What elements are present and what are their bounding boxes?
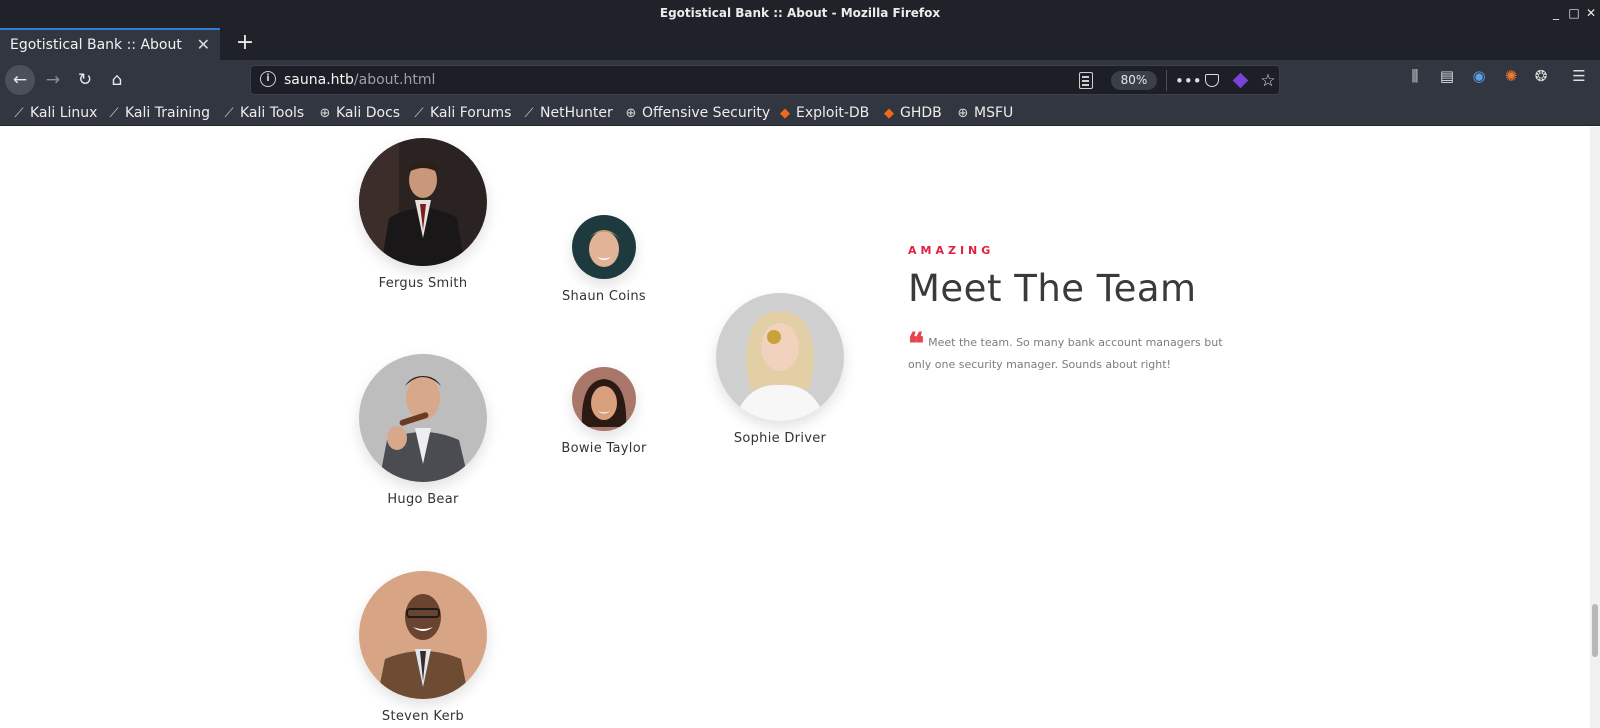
- bookmark-kali-training[interactable]: ⟋ Kali Training: [107, 103, 210, 123]
- cookie-icon[interactable]: ❂: [1530, 65, 1552, 87]
- reload-button[interactable]: ↻: [70, 65, 100, 95]
- team-member-card: Fergus Smith: [348, 138, 498, 291]
- forward-button[interactable]: →: [38, 65, 68, 95]
- team-member-name: Shaun Coins: [561, 289, 647, 304]
- new-tab-button[interactable]: +: [231, 29, 259, 57]
- title-bar: Egotistical Bank :: About - Mozilla Fire…: [0, 0, 1600, 28]
- avatar: [359, 571, 487, 699]
- section-heading: Meet The Team: [908, 267, 1197, 310]
- bookmark-msfu[interactable]: ⊕ MSFU: [956, 103, 1014, 123]
- library-icon[interactable]: ⫼: [1404, 65, 1426, 87]
- extension-icon[interactable]: [1229, 70, 1251, 92]
- bookmark-kali-forums[interactable]: ⟋ Kali Forums: [412, 103, 511, 123]
- team-member-name: Hugo Bear: [387, 492, 459, 507]
- bookmark-ghdb[interactable]: ◆ GHDB: [882, 103, 942, 123]
- extension-fox-icon[interactable]: ✺: [1500, 65, 1522, 87]
- team-member-card: Hugo Bear: [348, 354, 498, 507]
- team-member-name: Sophie Driver: [733, 431, 827, 446]
- sidebar-icon[interactable]: ▤: [1436, 65, 1458, 87]
- kali-icon: ⟋: [414, 106, 424, 121]
- bookmark-kali-docs[interactable]: ⊕ Kali Docs: [318, 103, 401, 123]
- team-member-card: Sophie Driver: [700, 293, 860, 446]
- account-icon[interactable]: ◉: [1468, 65, 1490, 87]
- tab-active[interactable]: Egotistical Bank :: About ✕: [0, 28, 220, 60]
- back-button[interactable]: ←: [5, 65, 35, 95]
- url-path: /about.html: [353, 72, 436, 88]
- pocket-icon[interactable]: [1201, 70, 1223, 92]
- tab-label: Egotistical Bank :: About: [10, 37, 182, 53]
- avatar: [572, 367, 636, 431]
- team-quote-text: Meet the team. So many bank account mana…: [908, 336, 1223, 371]
- bookmarks-bar: ⟋ Kali Linux ⟋ Kali Training ⟋ Kali Tools ⊕…: [0, 100, 1600, 126]
- close-icon[interactable]: ✕: [1583, 4, 1599, 22]
- site-info-icon[interactable]: i: [260, 71, 276, 87]
- avatar: [572, 215, 636, 279]
- page-actions-icon[interactable]: •••: [1175, 70, 1202, 92]
- bookmark-star-icon[interactable]: ☆: [1257, 70, 1279, 92]
- globe-icon: ⊕: [625, 106, 637, 121]
- quote-icon: ❝: [908, 327, 925, 362]
- bookmark-offensive-security[interactable]: ⊕ Offensive Security: [624, 103, 771, 123]
- window-title: Egotistical Bank :: About - Mozilla Fire…: [659, 6, 941, 20]
- divider: [1166, 70, 1167, 91]
- team-quote: ❝ Meet the team. So many bank account man…: [908, 327, 1248, 376]
- url-field[interactable]: sauna.htb/about.html: [284, 72, 435, 88]
- globe-icon: ⊕: [319, 106, 331, 121]
- url-bar[interactable]: i sauna.htb/about.html 80% ••• ☆: [250, 65, 1280, 95]
- kali-icon: ⟋: [14, 106, 24, 121]
- scrollbar-thumb[interactable]: [1592, 604, 1598, 657]
- minimize-icon[interactable]: _: [1548, 4, 1564, 22]
- kali-icon: ⟋: [524, 106, 534, 121]
- bookmark-kali-tools[interactable]: ⟋ Kali Tools: [222, 103, 304, 123]
- section-eyebrow: AMAZING: [908, 244, 995, 257]
- team-member-name: Bowie Taylor: [561, 441, 647, 456]
- globe-icon: ⊕: [957, 106, 969, 121]
- tab-strip: Egotistical Bank :: About ✕ +: [0, 28, 1600, 60]
- team-member-name: Steven Kerb: [381, 709, 465, 724]
- bookmark-kali-linux[interactable]: ⟋ Kali Linux: [12, 103, 97, 123]
- team-member-name: Fergus Smith: [378, 276, 468, 291]
- avatar: [716, 293, 844, 421]
- team-member-card: Bowie Taylor: [552, 367, 656, 456]
- avatar: [359, 138, 487, 266]
- tab-close-icon[interactable]: ✕: [197, 35, 210, 54]
- zoom-level-badge[interactable]: 80%: [1111, 71, 1157, 90]
- bookmark-exploit-db[interactable]: ◆ Exploit-DB: [778, 103, 869, 123]
- bookmark-nethunter[interactable]: ⟋ NetHunter: [522, 103, 612, 123]
- browser-window: Egotistical Bank :: About - Mozilla Fire…: [0, 0, 1600, 728]
- exploit-db-icon: ◆: [780, 106, 790, 121]
- home-button[interactable]: ⌂: [102, 65, 132, 95]
- team-intro: AMAZING Meet The Team ❝ Meet the team. So…: [908, 244, 1248, 376]
- maximize-icon[interactable]: □: [1566, 4, 1582, 22]
- exploit-db-icon: ◆: [884, 106, 894, 121]
- avatar: [359, 354, 487, 482]
- page-content: Fergus Smith Shaun Coins Sophie Driver H…: [0, 127, 1600, 728]
- kali-icon: ⟋: [224, 106, 234, 121]
- kali-icon: ⟋: [109, 106, 119, 121]
- menu-icon[interactable]: ☰: [1568, 65, 1590, 87]
- url-host: sauna.htb: [284, 72, 354, 88]
- team-member-card: Shaun Coins: [552, 215, 656, 304]
- team-member-card: Steven Kerb: [348, 571, 498, 724]
- reader-view-icon[interactable]: [1079, 72, 1093, 89]
- page-scrollbar[interactable]: [1590, 127, 1600, 728]
- navigation-bar: ← → ↻ ⌂ i sauna.htb/about.html 80% ••• ☆…: [0, 60, 1600, 100]
